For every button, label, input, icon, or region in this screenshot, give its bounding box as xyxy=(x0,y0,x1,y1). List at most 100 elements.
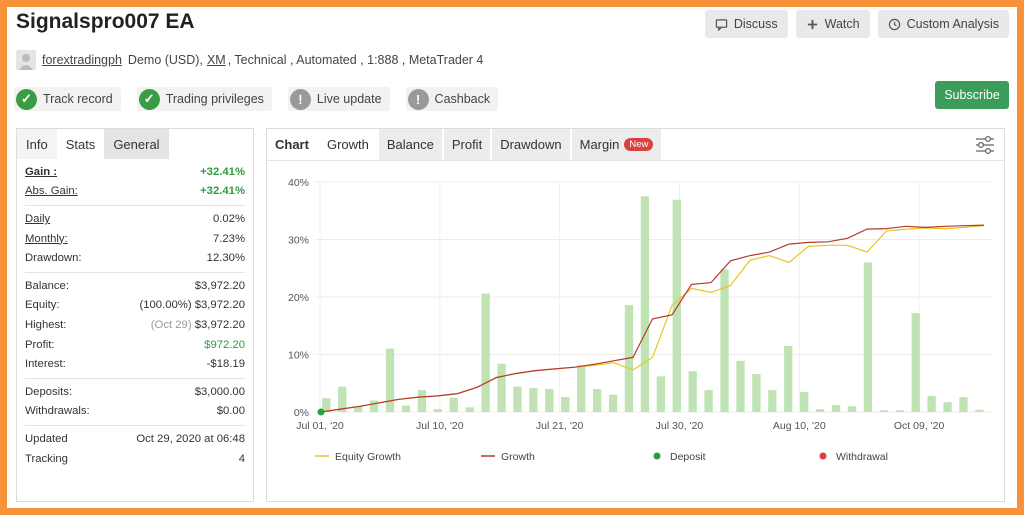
bar xyxy=(975,409,984,412)
y-tick-label: 10% xyxy=(288,350,309,362)
bar xyxy=(577,365,586,412)
watch-button[interactable]: Watch xyxy=(795,10,870,38)
badge-cashback[interactable]: ! Cashback xyxy=(405,87,499,111)
withdrawals-value: $0.00 xyxy=(216,405,245,418)
page-frame: Signalspro007 EA Discuss Watch Custom An… xyxy=(7,7,1017,508)
bar xyxy=(831,405,841,412)
tab-margin-label: Margin xyxy=(579,137,620,152)
stat-row: Withdrawals: $0.00 xyxy=(25,402,245,422)
abs-gain-label[interactable]: Abs. Gain: xyxy=(25,185,78,197)
bar xyxy=(401,405,411,412)
clock-icon xyxy=(888,18,900,30)
highest-value-wrap: (Oct 29) $3,972.20 xyxy=(151,319,245,331)
x-tick-label: Jul 10, '20 xyxy=(416,420,464,432)
watch-label: Watch xyxy=(824,17,860,31)
tab-general[interactable]: General xyxy=(104,129,169,159)
bar xyxy=(529,387,538,412)
tab-balance[interactable]: Balance xyxy=(378,129,442,160)
badge-track-record[interactable]: ✓ Track record xyxy=(14,87,121,111)
tracking-value: 4 xyxy=(238,452,245,465)
bar xyxy=(943,402,952,412)
profit-value: $972.20 xyxy=(204,338,245,351)
tab-chart[interactable]: Chart xyxy=(267,129,317,160)
stats-list: Gain : +32.41% Abs. Gain: +32.41% Daily 0.0… xyxy=(17,159,253,472)
bar xyxy=(863,262,873,412)
bar xyxy=(608,394,618,412)
tab-growth[interactable]: Growth xyxy=(318,129,377,160)
bar xyxy=(704,390,713,412)
badge-live-update[interactable]: ! Live update xyxy=(287,87,390,111)
x-tick-label: Jul 30, '20 xyxy=(656,420,704,432)
y-tick-label: 40% xyxy=(288,177,309,189)
bar xyxy=(433,409,442,412)
legend-swatch xyxy=(653,452,661,460)
custom-analysis-label: Custom Analysis xyxy=(906,17,999,31)
highest-value: $3,972.20 xyxy=(194,318,245,331)
deposit-marker xyxy=(317,408,325,416)
rate-group: Daily 0.02% Monthly: 7.23% Drawdown: 12.30% xyxy=(25,206,245,273)
tab-profit[interactable]: Profit xyxy=(443,129,491,160)
updated-label: Updated xyxy=(25,432,68,445)
stat-row: Equity: (100.00%) $3,972.20 xyxy=(25,296,245,316)
custom-analysis-button[interactable]: Custom Analysis xyxy=(877,10,1009,38)
monthly-label[interactable]: Monthly: xyxy=(25,233,68,245)
daily-label[interactable]: Daily xyxy=(25,213,50,225)
badge-label: Live update xyxy=(316,92,382,106)
legend-label: Equity Growth xyxy=(335,451,401,463)
balance-label: Balance: xyxy=(25,279,69,292)
bar xyxy=(545,389,554,412)
gain-label[interactable]: Gain : xyxy=(25,166,57,178)
legend-label: Deposit xyxy=(670,451,706,463)
bar xyxy=(481,293,490,412)
plus-icon xyxy=(807,19,817,29)
update-group: Updated Oct 29, 2020 at 06:48 Tracking 4 xyxy=(25,426,245,472)
chat-icon xyxy=(715,18,728,31)
subscribe-button[interactable]: Subscribe xyxy=(935,81,1009,109)
highest-label: Highest: xyxy=(25,318,67,331)
account-info: forextradingph Demo (USD), XM , Technica… xyxy=(16,50,483,70)
filters-icon[interactable] xyxy=(974,135,996,155)
highest-date: (Oct 29) xyxy=(150,318,192,331)
stat-row: Drawdown: 12.30% xyxy=(25,248,245,268)
y-tick-label: 0% xyxy=(294,407,309,419)
bar xyxy=(736,360,745,412)
bar xyxy=(497,363,506,412)
tab-info[interactable]: Info xyxy=(17,129,57,159)
stat-row: Profit: $972.20 xyxy=(25,335,245,355)
broker-link[interactable]: XM xyxy=(207,53,226,67)
avatar xyxy=(16,50,36,70)
new-badge: New xyxy=(624,138,654,151)
profit-label: Profit: xyxy=(25,338,55,351)
y-tick-label: 30% xyxy=(288,235,309,247)
badge-trading-privileges[interactable]: ✓ Trading privileges xyxy=(136,87,272,111)
legend-label: Growth xyxy=(501,451,535,463)
verification-badges: ✓ Track record ✓ Trading privileges ! Li… xyxy=(14,87,499,111)
user-icon xyxy=(19,54,33,70)
bar xyxy=(752,374,761,412)
bar xyxy=(385,348,395,412)
bar xyxy=(784,345,793,412)
stat-row: Balance: $3,972.20 xyxy=(25,276,245,296)
deposit-group: Deposits: $3,000.00 Withdrawals: $0.00 xyxy=(25,379,245,427)
y-tick-label: 20% xyxy=(288,292,309,304)
badge-label: Track record xyxy=(43,92,113,106)
monthly-value: 7.23% xyxy=(212,232,245,245)
interest-label: Interest: xyxy=(25,358,66,371)
daily-value: 0.02% xyxy=(212,212,245,225)
stat-row: Monthly: 7.23% xyxy=(25,229,245,249)
account-type: Demo (USD), xyxy=(127,53,203,67)
stat-row: Daily 0.02% xyxy=(25,209,245,229)
stat-row: Deposits: $3,000.00 xyxy=(25,382,245,402)
stat-row: Gain : +32.41% xyxy=(25,162,245,182)
balance-value: $3,972.20 xyxy=(194,279,245,292)
tracking-label: Tracking xyxy=(25,452,68,465)
stat-row: Abs. Gain: +32.41% xyxy=(25,182,245,202)
tab-margin[interactable]: Margin New xyxy=(571,129,662,160)
tab-stats[interactable]: Stats xyxy=(56,129,105,159)
discuss-button[interactable]: Discuss xyxy=(704,10,788,38)
check-icon: ✓ xyxy=(138,88,160,110)
check-icon: ✓ xyxy=(16,88,37,110)
username-link[interactable]: forextradingph xyxy=(42,53,122,67)
tab-drawdown[interactable]: Drawdown xyxy=(492,129,570,160)
bar xyxy=(417,390,427,412)
